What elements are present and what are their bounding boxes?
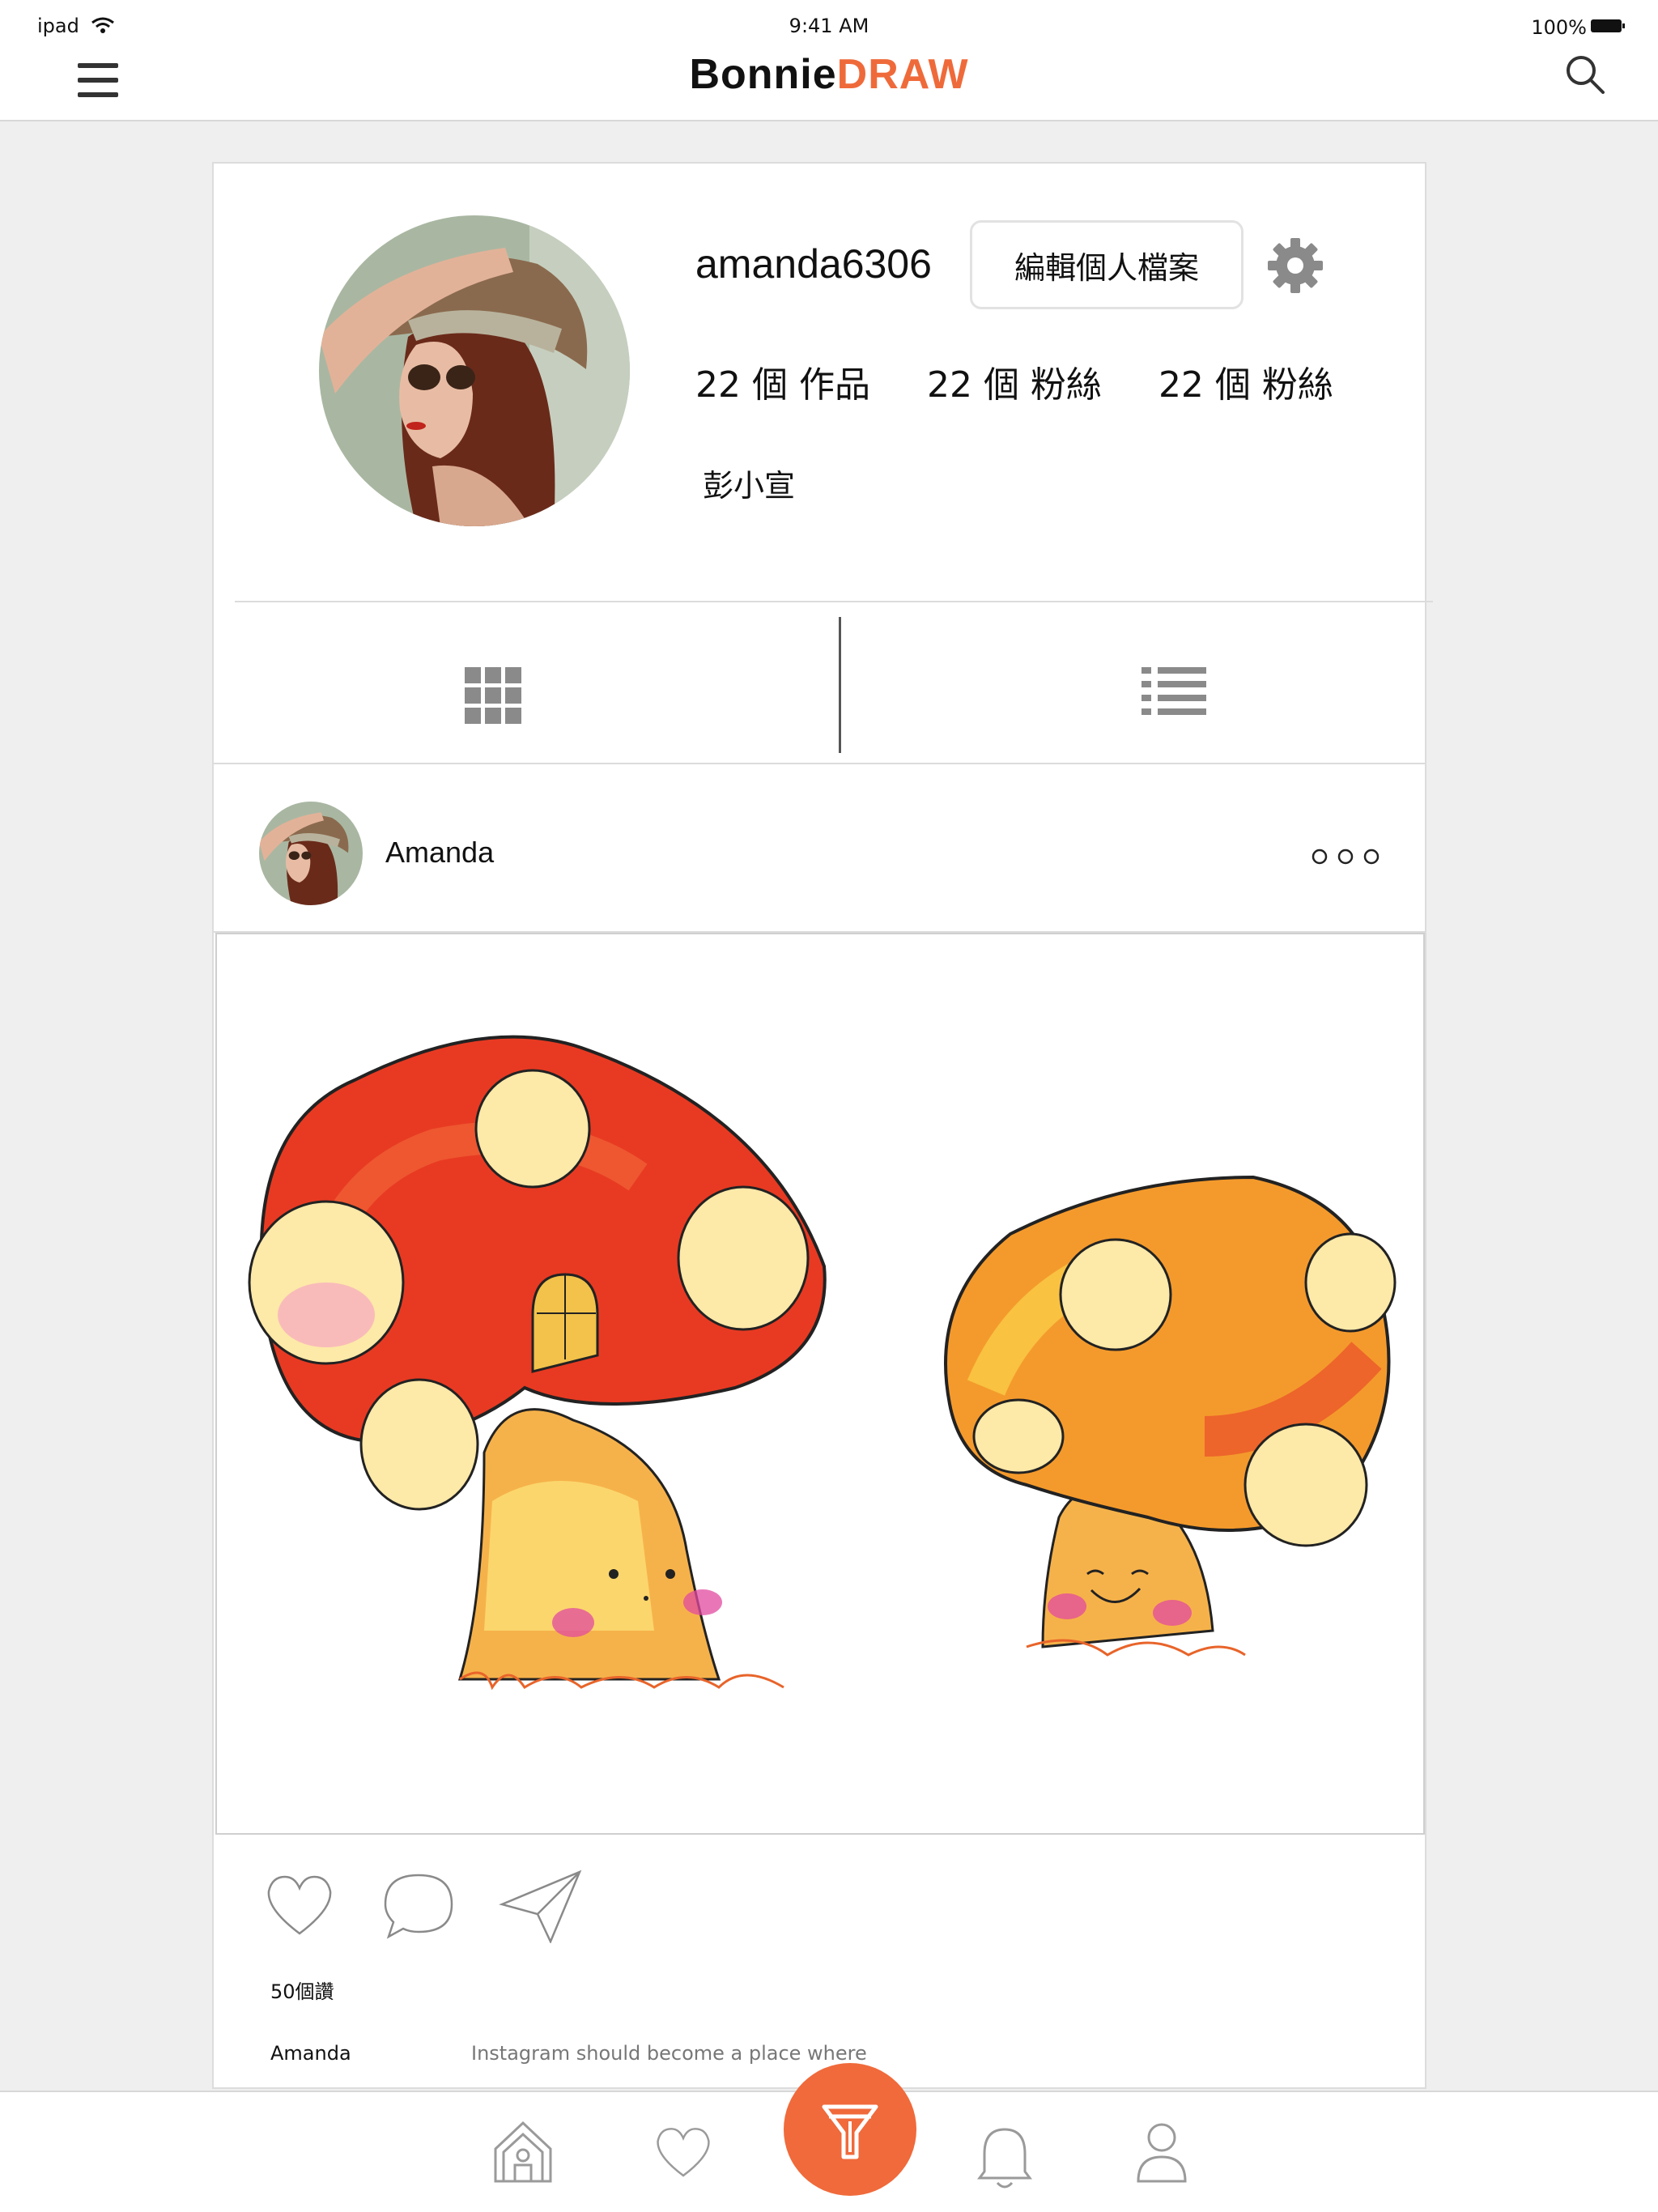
profile-full-name: 彭小宣 xyxy=(703,468,796,504)
bell-icon[interactable] xyxy=(976,2125,1033,2191)
user-icon[interactable] xyxy=(1135,2121,1188,2183)
profile-card: amanda6306 編輯個人檔案 22 個 作品 22 個 粉絲 22 個 粉… xyxy=(212,162,1433,2089)
profile-stats: 22 個 作品 22 個 粉絲 22 個 粉絲 xyxy=(695,355,1390,407)
brush-icon xyxy=(822,2104,878,2159)
logo-text-draw: DRAW xyxy=(836,51,969,98)
like-count[interactable]: 50個讚 xyxy=(270,1976,334,2004)
edit-profile-button[interactable]: 編輯個人檔案 xyxy=(970,220,1244,309)
divider xyxy=(235,601,1433,602)
battery-icon xyxy=(1591,19,1625,32)
create-drawing-button[interactable] xyxy=(784,2063,916,2196)
stat-following[interactable]: 22 個 粉絲 xyxy=(1158,355,1333,407)
profile-avatar[interactable] xyxy=(319,215,630,526)
post-author-name[interactable]: Amanda xyxy=(385,836,494,870)
heart-icon[interactable] xyxy=(264,1874,335,1938)
caption-text: Instagram should become a place where xyxy=(471,2042,867,2065)
stat-works[interactable]: 22 個 作品 xyxy=(695,355,870,407)
favorite-icon[interactable] xyxy=(653,2126,714,2180)
grid-icon[interactable] xyxy=(465,667,521,724)
comment-icon[interactable] xyxy=(382,1870,455,1943)
status-battery: 100% xyxy=(1531,16,1587,39)
caption-username[interactable]: Amanda xyxy=(270,2042,351,2065)
app-logo: BonnieDRAW xyxy=(0,50,1658,99)
home-icon[interactable] xyxy=(492,2120,554,2184)
search-icon[interactable] xyxy=(1564,53,1606,96)
divider xyxy=(214,763,1425,764)
top-bar: ipad 9:41 AM 100% BonnieDRAW xyxy=(0,0,1658,121)
post-image[interactable] xyxy=(215,933,1425,1835)
status-time: 9:41 AM xyxy=(789,15,869,37)
more-icon[interactable] xyxy=(1312,847,1380,866)
send-icon[interactable] xyxy=(499,1869,583,1943)
gear-icon[interactable] xyxy=(1266,236,1324,295)
post-author-avatar[interactable] xyxy=(259,802,363,905)
list-icon[interactable] xyxy=(1141,667,1206,716)
stat-followers[interactable]: 22 個 粉絲 xyxy=(927,355,1102,407)
logo-text-bonnie: Bonnie xyxy=(689,51,837,98)
view-toggle-separator xyxy=(839,617,841,753)
profile-username: amanda6306 xyxy=(695,241,932,287)
